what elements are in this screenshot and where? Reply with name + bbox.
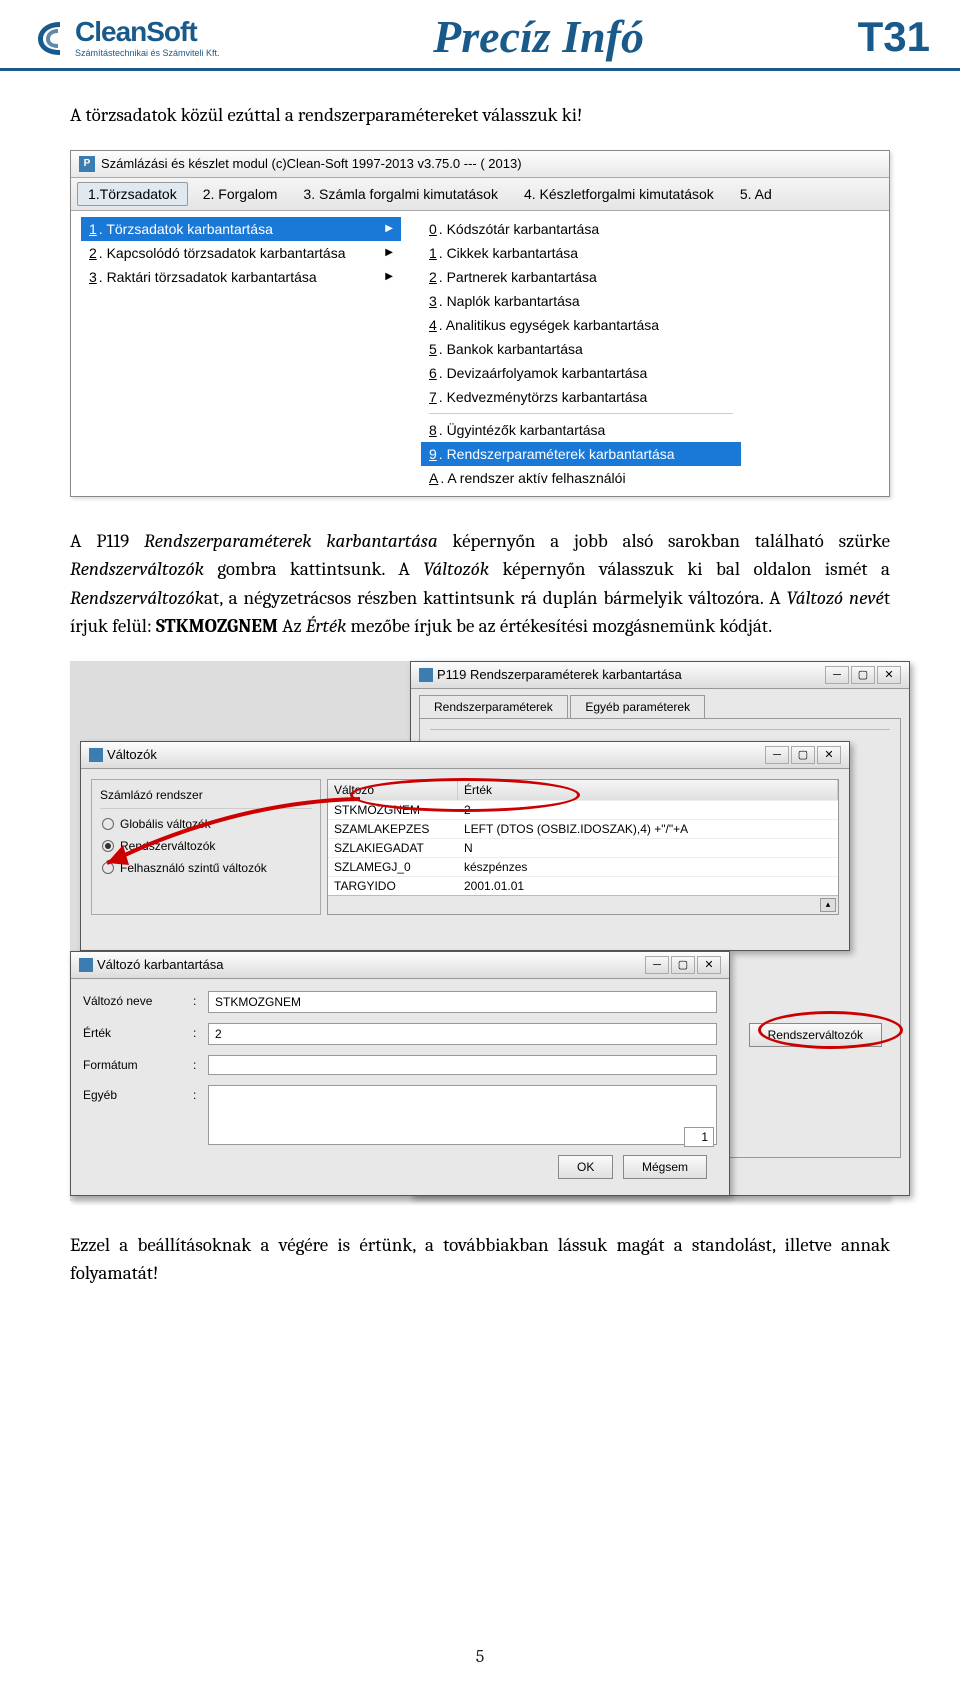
doc-code: T31 bbox=[858, 13, 930, 61]
paragraph-2: A P119 Rendszerparaméterek karbantartása… bbox=[70, 527, 890, 641]
menu-item[interactable]: 1. Törzsadatok karbantartása▶ bbox=[81, 217, 401, 241]
main-tab-bar: 1.Törzsadatok 2. Forgalom 3. Számla forg… bbox=[71, 178, 889, 211]
menu-item[interactable]: 7. Kedvezménytörzs karbantartása bbox=[421, 385, 741, 409]
radio-option[interactable]: Globális változók bbox=[100, 815, 312, 833]
tab-rendszerparameterek[interactable]: Rendszerparaméterek bbox=[419, 695, 568, 718]
window-titlebar: P Számlázási és készlet modul (c)Clean-S… bbox=[71, 151, 889, 178]
menu-item[interactable]: 4. Analitikus egységek karbantartása bbox=[421, 313, 741, 337]
grid-row[interactable]: TARGYIDO2001.01.01 bbox=[328, 876, 838, 895]
page-number: 5 bbox=[476, 1646, 485, 1667]
variables-grid[interactable]: Változó Érték STKMOZGNEM2SZAMLAKEPZESLEF… bbox=[327, 779, 839, 915]
logo-subtitle: Számítástechnikai és Számviteli Kft. bbox=[75, 48, 220, 58]
close-icon[interactable]: ✕ bbox=[877, 666, 901, 684]
screenshot-params: P119 Rendszerparaméterek karbantartása ─… bbox=[70, 661, 890, 1201]
app-icon: P bbox=[79, 156, 95, 172]
page-header: CleanSoft Számítástechnikai és Számvitel… bbox=[0, 0, 960, 71]
window-title-text: Számlázási és készlet modul (c)Clean-Sof… bbox=[101, 156, 522, 171]
grid-row[interactable]: SZLAMEGJ_0készpénzes bbox=[328, 857, 838, 876]
radio-icon bbox=[102, 818, 114, 830]
tab-egyeb[interactable]: Egyéb paraméterek bbox=[570, 695, 705, 718]
menu-item[interactable]: 5. Bankok karbantartása bbox=[421, 337, 741, 361]
menu-item[interactable]: A. A rendszer aktív felhasználói bbox=[421, 466, 741, 490]
close-icon[interactable]: ✕ bbox=[817, 746, 841, 764]
close-icon[interactable]: ✕ bbox=[697, 956, 721, 974]
grid-header-variable: Változó bbox=[328, 780, 458, 800]
maximize-icon[interactable]: ▢ bbox=[791, 746, 815, 764]
menu-item[interactable]: 3. Raktári törzsadatok karbantartása▶ bbox=[81, 265, 401, 289]
page-number-field[interactable]: 1 bbox=[684, 1127, 714, 1147]
tab-forgalom[interactable]: 2. Forgalom bbox=[192, 182, 289, 206]
form-row: Változó neve:STKMOZGNEM bbox=[83, 991, 717, 1013]
logo-icon bbox=[30, 17, 70, 57]
menu-item[interactable]: 3. Naplók karbantartása bbox=[421, 289, 741, 313]
grid-row[interactable]: STKMOZGNEM2 bbox=[328, 800, 838, 819]
form-row: Egyéb: bbox=[83, 1085, 717, 1145]
ok-button[interactable]: OK bbox=[558, 1155, 613, 1179]
menu-item[interactable]: 6. Devizaárfolyamok karbantartása bbox=[421, 361, 741, 385]
paragraph-3: Ezzel a beállításoknak a végére is értün… bbox=[70, 1231, 890, 1288]
window-valtozo-karbantartasa: Változó karbantartása ─ ▢ ✕ Változó neve… bbox=[70, 951, 730, 1196]
form-row: Formátum: bbox=[83, 1055, 717, 1075]
menu-item[interactable]: 0. Kódszótár karbantartása bbox=[421, 217, 741, 241]
dropdown-menus: 1. Törzsadatok karbantartása▶2. Kapcsoló… bbox=[71, 211, 889, 496]
p119-title-text: P119 Rendszerparaméterek karbantartása bbox=[437, 667, 682, 682]
karb-title-text: Változó karbantartása bbox=[97, 957, 223, 972]
paragraph-1: A törzsadatok közül ezúttal a rendszerpa… bbox=[70, 101, 890, 130]
valtozok-titlebar: Változók ─ ▢ ✕ bbox=[81, 742, 849, 769]
maximize-icon[interactable]: ▢ bbox=[851, 666, 875, 684]
screenshot-menu: P Számlázási és készlet modul (c)Clean-S… bbox=[70, 150, 890, 497]
menu-item[interactable]: 9. Rendszerparaméterek karbantartása bbox=[421, 442, 741, 466]
text-input[interactable]: STKMOZGNEM bbox=[208, 991, 717, 1013]
menu-item[interactable]: 1. Cikkek karbantartása bbox=[421, 241, 741, 265]
text-input[interactable] bbox=[208, 1085, 717, 1145]
radio-group-title: Számlázó rendszer bbox=[100, 788, 312, 802]
radio-option[interactable]: Rendszerváltozók bbox=[100, 837, 312, 855]
logo-name: CleanSoft bbox=[75, 16, 220, 48]
logo-block: CleanSoft Számítástechnikai és Számvitel… bbox=[30, 16, 220, 58]
page-content: A törzsadatok közül ezúttal a rendszerpa… bbox=[0, 71, 960, 1338]
menu-item[interactable]: 2. Kapcsolódó törzsadatok karbantartása▶ bbox=[81, 241, 401, 265]
minimize-icon[interactable]: ─ bbox=[765, 746, 789, 764]
valtozok-title-text: Változók bbox=[107, 747, 157, 762]
maximize-icon[interactable]: ▢ bbox=[671, 956, 695, 974]
minimize-icon[interactable]: ─ bbox=[825, 666, 849, 684]
tab-torzsadatok[interactable]: 1.Törzsadatok bbox=[77, 182, 188, 206]
menu-item[interactable]: 2. Partnerek karbantartása bbox=[421, 265, 741, 289]
p119-titlebar: P119 Rendszerparaméterek karbantartása ─… bbox=[411, 662, 909, 689]
karb-titlebar: Változó karbantartása ─ ▢ ✕ bbox=[71, 952, 729, 979]
cancel-button[interactable]: Mégsem bbox=[623, 1155, 707, 1179]
window-valtozok: Változók ─ ▢ ✕ Számlázó rendszer Globáli… bbox=[80, 741, 850, 951]
menu-column-left: 1. Törzsadatok karbantartása▶2. Kapcsoló… bbox=[71, 211, 411, 496]
menu-column-right: 0. Kódszótár karbantartása1. Cikkek karb… bbox=[411, 211, 751, 496]
form-row: Érték:2 bbox=[83, 1023, 717, 1045]
doc-title: Precíz Infó bbox=[433, 10, 644, 63]
radio-icon bbox=[102, 840, 114, 852]
radio-option[interactable]: Felhasználó szintű változók bbox=[100, 859, 312, 877]
scroll-up-icon[interactable]: ▴ bbox=[820, 898, 836, 912]
tab-szamla[interactable]: 3. Számla forgalmi kimutatások bbox=[292, 182, 509, 206]
tab-keszlet[interactable]: 4. Készletforgalmi kimutatások bbox=[513, 182, 725, 206]
text-input[interactable]: 2 bbox=[208, 1023, 717, 1045]
minimize-icon[interactable]: ─ bbox=[645, 956, 669, 974]
radio-icon bbox=[102, 862, 114, 874]
rendszervaltozok-button[interactable]: Rendszerváltozók bbox=[749, 1023, 882, 1047]
menu-item[interactable]: 8. Ügyintézők karbantartása bbox=[421, 418, 741, 442]
grid-header-value: Érték bbox=[458, 780, 838, 800]
grid-row[interactable]: SZLAKIEGADATN bbox=[328, 838, 838, 857]
grid-row[interactable]: SZAMLAKEPZESLEFT (DTOS (OSBIZ.IDOSZAK),4… bbox=[328, 819, 838, 838]
tab-ad[interactable]: 5. Ad bbox=[729, 182, 783, 206]
text-input[interactable] bbox=[208, 1055, 717, 1075]
radio-group: Számlázó rendszer Globális változók Rends… bbox=[91, 779, 321, 915]
